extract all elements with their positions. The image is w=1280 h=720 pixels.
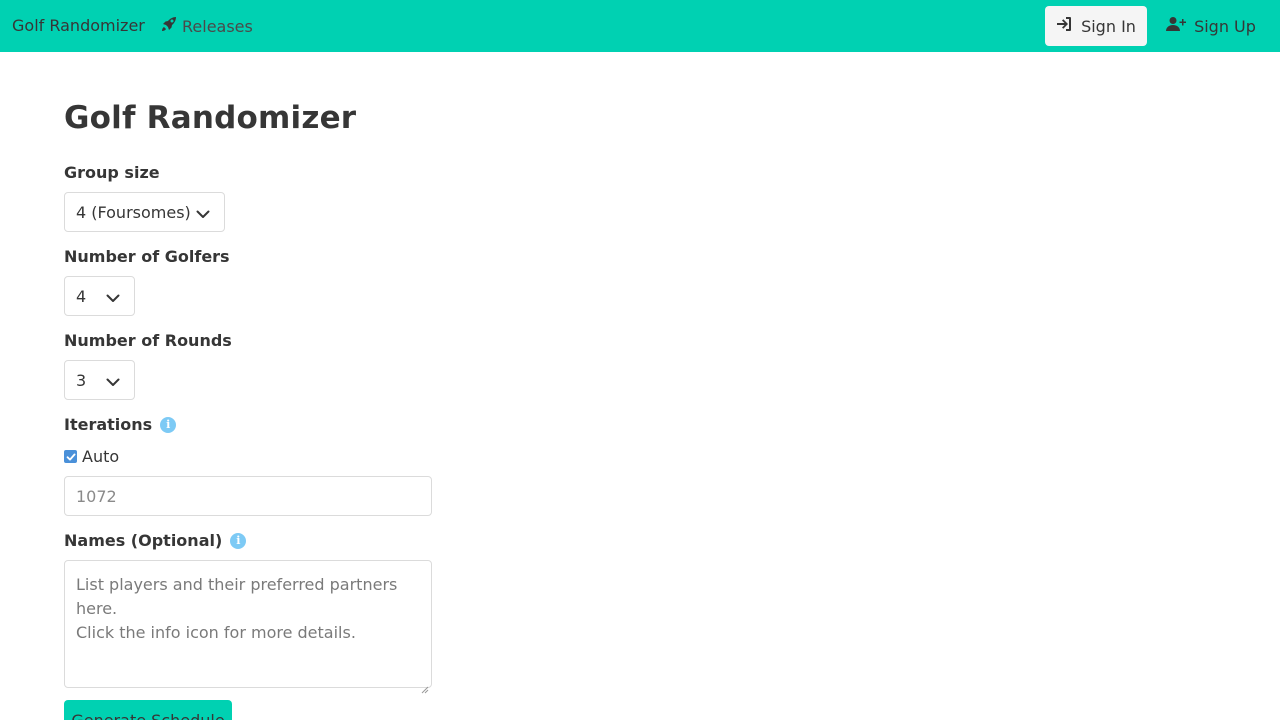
- iterations-label-text: Iterations: [64, 415, 153, 434]
- sign-in-icon: [1056, 16, 1072, 36]
- generate-schedule-button[interactable]: Generate Schedule: [64, 700, 232, 720]
- auto-checkbox[interactable]: [64, 450, 77, 463]
- rocket-icon: [161, 16, 177, 36]
- page-title: Golf Randomizer: [64, 100, 357, 136]
- sign-in-label: Sign In: [1081, 16, 1136, 36]
- navbar-brand[interactable]: Golf Randomizer: [12, 16, 145, 35]
- navbar: Golf Randomizer Releases Sign In Sign Up: [0, 0, 1280, 52]
- auto-checkbox-row[interactable]: Auto: [64, 447, 119, 466]
- resize-handle-icon[interactable]: [421, 677, 429, 694]
- names-label-text: Names (Optional): [64, 531, 223, 550]
- num-rounds-label: Number of Rounds: [64, 331, 232, 350]
- iterations-label: Iterations i: [64, 415, 177, 434]
- nav-item-releases-label: Releases: [182, 16, 253, 36]
- num-rounds-value: 3: [76, 370, 87, 390]
- info-icon[interactable]: i: [160, 416, 177, 433]
- group-size-value: 4 (Foursomes): [76, 202, 191, 222]
- sign-up-label: Sign Up: [1194, 16, 1256, 36]
- num-rounds-label-text: Number of Rounds: [64, 331, 232, 350]
- iterations-input[interactable]: 1072: [64, 476, 432, 516]
- names-label: Names (Optional) i: [64, 531, 247, 550]
- auto-checkbox-label: Auto: [82, 447, 120, 466]
- num-golfers-label: Number of Golfers: [64, 247, 230, 266]
- sign-up-button[interactable]: Sign Up: [1158, 6, 1264, 46]
- user-plus-icon: [1166, 16, 1187, 36]
- group-size-select[interactable]: 4 (Foursomes): [64, 192, 225, 232]
- num-rounds-select[interactable]: 3: [64, 360, 135, 400]
- chevron-down-icon: [106, 290, 120, 304]
- num-golfers-select[interactable]: 4: [64, 276, 135, 316]
- names-placeholder: List players and their preferred partner…: [76, 575, 398, 642]
- group-size-label: Group size: [64, 163, 160, 182]
- group-size-label-text: Group size: [64, 163, 160, 182]
- names-textarea[interactable]: List players and their preferred partner…: [64, 560, 432, 694]
- sign-in-button[interactable]: Sign In: [1045, 6, 1147, 46]
- iterations-value: 1072: [76, 486, 117, 506]
- num-golfers-value: 4: [76, 286, 87, 306]
- num-golfers-label-text: Number of Golfers: [64, 247, 230, 266]
- info-icon[interactable]: i: [230, 532, 247, 549]
- nav-item-releases[interactable]: Releases: [161, 16, 253, 36]
- chevron-down-icon: [106, 374, 120, 388]
- chevron-down-icon: [196, 206, 210, 220]
